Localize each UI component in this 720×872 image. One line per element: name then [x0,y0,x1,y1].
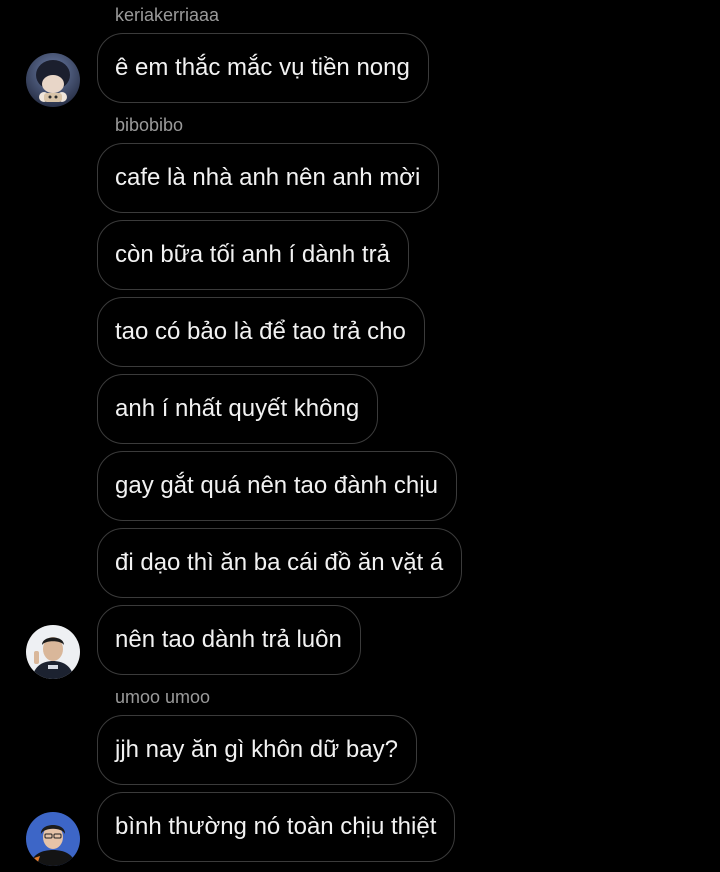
user-avatar-icon[interactable] [26,812,80,866]
message-bubble[interactable]: tao có bảo là để tao trả cho [97,297,425,367]
user-avatar-icon[interactable] [26,625,80,679]
message-bubble[interactable]: nên tao dành trả luôn [97,605,361,675]
message-bubble[interactable]: gay gắt quá nên tao đành chịu [97,451,457,521]
user-avatar-icon[interactable] [26,53,80,107]
sender-name: bibobibo [115,115,184,135]
sender-name: keriakerriaaa [115,5,220,25]
message-bubble[interactable]: ê em thắc mắc vụ tiền nong [97,33,429,103]
message-bubble[interactable]: cafe là nhà anh nên anh mời [97,143,440,213]
chat-thread: keriakerriaaa ê em thắc mắc vụ tiền nong… [0,0,720,872]
message-bubble[interactable]: bình thường nó toàn chịu thiệt [97,792,456,862]
message-bubble[interactable]: anh í nhất quyết không [97,374,379,444]
message-bubble[interactable]: jjh nay ăn gì khôn dữ bay? [97,715,417,785]
message-bubble[interactable]: đi dạo thì ăn ba cái đồ ăn vặt á [97,528,463,598]
sender-name: umoo umoo [115,687,211,707]
message-bubble[interactable]: còn bữa tối anh í dành trả [97,220,409,290]
